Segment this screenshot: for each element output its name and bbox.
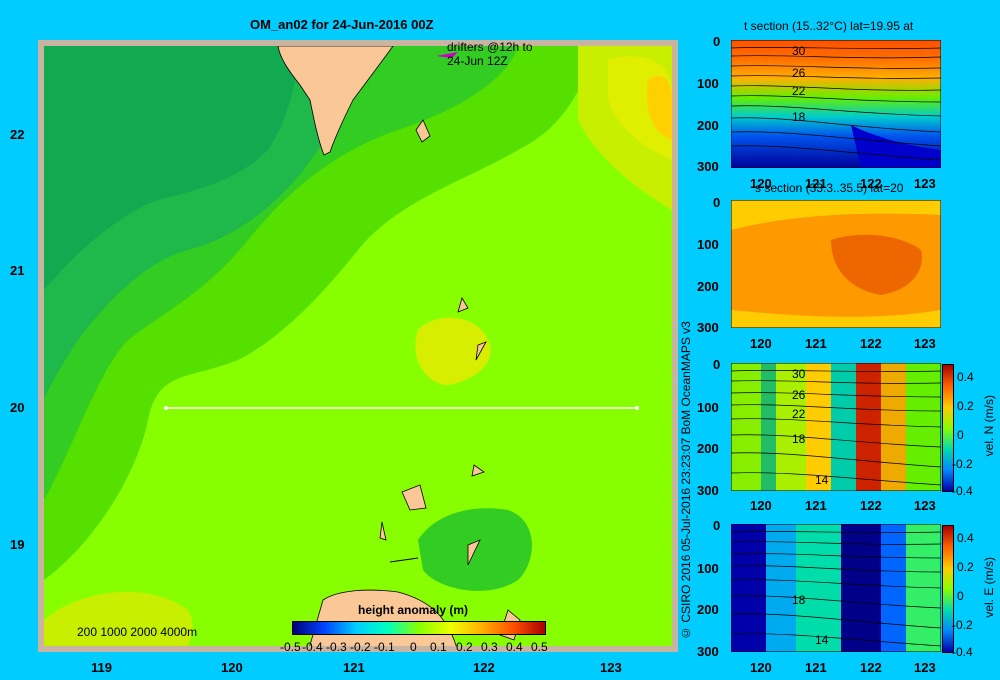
ve-stripe [881, 524, 906, 652]
t-y-tick: 0 [713, 34, 721, 49]
drifter-annotation-line-1: drifters @12h to [447, 40, 533, 54]
t-y-tick: 100 [697, 76, 719, 91]
ve-stripe [841, 524, 881, 652]
drifter-annotation-line-2: 24-Jun 12Z [447, 54, 508, 68]
s-y-tick: 200 [697, 279, 719, 294]
ve-y-tick: 100 [697, 561, 719, 576]
vn-contour-label: 30 [792, 367, 806, 381]
vn-colorbar [942, 364, 954, 492]
colorbar-tick: 0.2 [456, 640, 473, 654]
map-x-tick: 121 [343, 660, 365, 675]
vn-colorbar-tick: 0 [957, 428, 964, 442]
vn-contour-label: 18 [792, 432, 806, 446]
map-title: OM_an02 for 24-Jun-2016 00Z [250, 17, 434, 32]
ve-colorbar-tick: 0.4 [957, 531, 974, 545]
section-line-start [164, 406, 168, 410]
ve-contour-label: 14 [815, 633, 829, 647]
t-contour-label: 22 [792, 84, 806, 98]
ve-y-tick: 300 [697, 644, 719, 659]
vn-contour-label: 14 [815, 473, 829, 487]
vn-stripe [856, 363, 881, 491]
vn-colorbar-tick: -0.2 [952, 457, 973, 471]
vn-x-tick: 120 [750, 498, 772, 513]
t-contour-label: 26 [792, 66, 806, 80]
section-line-end [635, 406, 639, 410]
vn-x-tick: 122 [860, 498, 882, 513]
map-y-tick: 21 [10, 263, 25, 278]
map-x-tick: 123 [600, 660, 622, 675]
colorbar-tick: 0.5 [531, 640, 548, 654]
ve-section-panel [731, 524, 941, 652]
vn-x-tick: 121 [805, 498, 827, 513]
height-anomaly-map [38, 40, 678, 652]
ve-colorbar-tick: 0 [957, 589, 964, 603]
vn-contour-label: 22 [792, 407, 806, 421]
vn-y-tick: 200 [697, 441, 719, 456]
ve-colorbar [942, 525, 954, 653]
vn-y-tick: 0 [713, 357, 721, 372]
s-y-tick: 0 [713, 195, 721, 210]
s-section-title: s section (33.3..35.5) lat=20 [755, 181, 904, 195]
ve-x-tick: 121 [805, 660, 827, 675]
ve-colorbar-label: vel. E (m/s) [982, 557, 996, 618]
vn-colorbar-tick: 0.4 [957, 370, 974, 384]
ve-stripe [766, 524, 796, 652]
vn-y-tick: 300 [697, 483, 719, 498]
colorbar-tick: -0.2 [350, 640, 371, 654]
colorbar-tick: 0.4 [506, 640, 523, 654]
vn-stripe [881, 363, 906, 491]
map-y-tick: 22 [10, 127, 25, 142]
height-anomaly-colorbar [292, 621, 546, 635]
map-y-tick: 20 [10, 400, 25, 415]
map-x-tick: 122 [473, 660, 495, 675]
credit-text: © CSIRO 2016 05-Jul-2016 23:23:07 BoM Oc… [679, 321, 693, 640]
map-x-tick: 120 [221, 660, 243, 675]
vn-section-panel [731, 363, 941, 491]
s-y-tick: 300 [697, 320, 719, 335]
vn-contour-label: 26 [792, 388, 806, 402]
vn-y-tick: 100 [697, 400, 719, 415]
ve-stripe [731, 524, 766, 652]
t-y-tick: 200 [697, 118, 719, 133]
vn-stripe [761, 363, 776, 491]
ve-colorbar-tick: -0.4 [952, 645, 973, 659]
colorbar-tick: 0.3 [481, 640, 498, 654]
t-y-tick: 300 [697, 159, 719, 174]
t-contour-label: 18 [792, 110, 806, 124]
map-x-tick: 119 [91, 660, 112, 675]
s-x-tick: 121 [805, 336, 827, 351]
colorbar-tick: -0.4 [302, 640, 323, 654]
ve-x-tick: 123 [914, 660, 936, 675]
t-contour-label: 30 [792, 44, 806, 58]
depth-legend: 200 1000 2000 4000m [77, 625, 198, 639]
vn-colorbar-tick: -0.4 [952, 484, 973, 498]
ve-colorbar-tick: 0.2 [957, 560, 974, 574]
vn-colorbar-label: vel. N (m/s) [982, 395, 996, 457]
s-section-panel [731, 200, 941, 328]
s-x-tick: 123 [914, 336, 936, 351]
t-x-tick: 123 [914, 176, 936, 191]
s-y-tick: 100 [697, 237, 719, 252]
colorbar-tick: -0.1 [374, 640, 395, 654]
s-x-tick: 122 [860, 336, 882, 351]
ve-x-tick: 120 [750, 660, 772, 675]
map-y-tick: 19 [10, 537, 25, 552]
colorbar-tick: -0.5 [280, 640, 301, 654]
colorbar-tick: 0 [410, 640, 417, 654]
t-section-title: t section (15..32°C) lat=19.95 at [744, 19, 914, 33]
ve-colorbar-tick: -0.2 [952, 618, 973, 632]
ve-y-tick: 200 [697, 602, 719, 617]
vn-stripe [776, 363, 806, 491]
colorbar-tick: -0.3 [326, 640, 347, 654]
ve-y-tick: 0 [713, 518, 721, 533]
ve-contour-label: 18 [792, 593, 806, 607]
s-x-tick: 120 [750, 336, 772, 351]
colorbar-tick: 0.1 [430, 640, 447, 654]
colorbar-label: height anomaly (m) [358, 603, 469, 617]
vn-colorbar-tick: 0.2 [957, 399, 974, 413]
t-section-panel [731, 40, 941, 168]
vn-x-tick: 123 [914, 498, 936, 513]
ve-x-tick: 122 [860, 660, 882, 675]
vn-stripe [731, 363, 761, 491]
